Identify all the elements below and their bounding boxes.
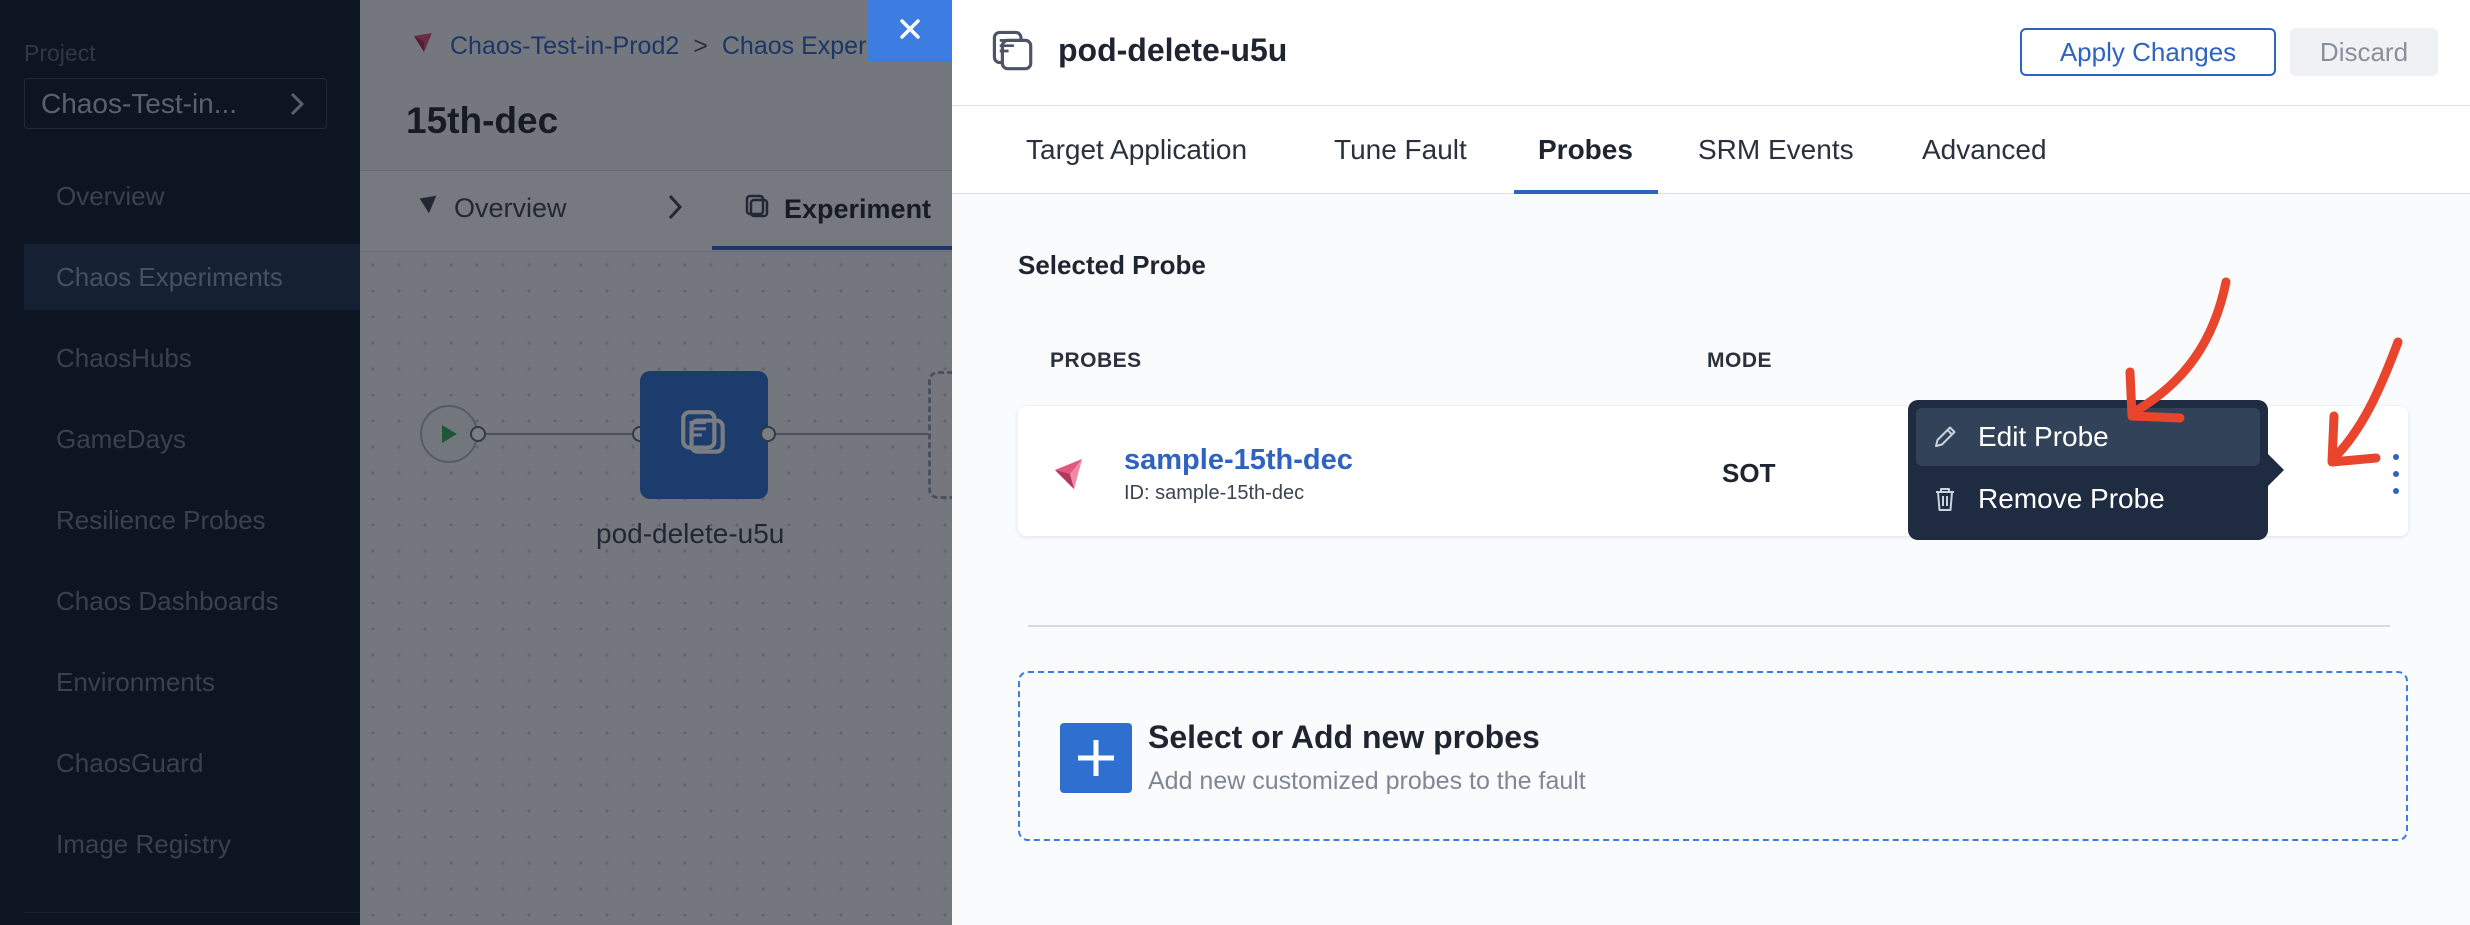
annotation-arrow-icon (2125, 277, 2231, 423)
annotation-arrows (2125, 277, 2403, 467)
annotation-arrow-icon (2327, 337, 2403, 467)
